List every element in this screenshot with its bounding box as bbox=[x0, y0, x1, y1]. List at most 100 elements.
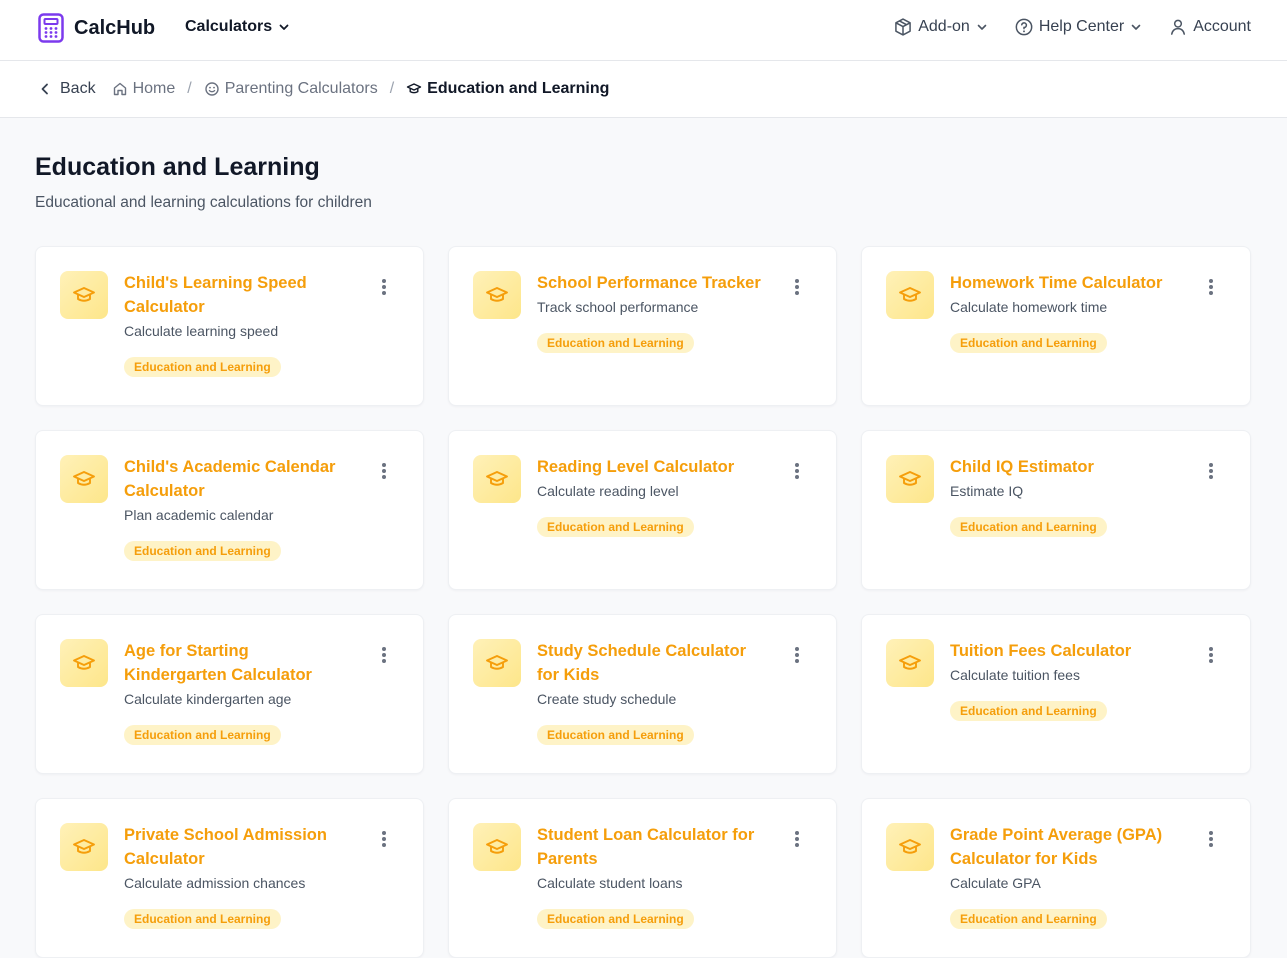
graduation-cap-icon bbox=[73, 287, 95, 302]
help-center-label: Help Center bbox=[1038, 18, 1125, 35]
card-icon bbox=[60, 271, 108, 319]
card-icon bbox=[60, 639, 108, 687]
card-description: Calculate kindergarten age bbox=[124, 691, 292, 707]
card-icon bbox=[60, 455, 108, 503]
logo[interactable]: CalcHub bbox=[38, 13, 155, 43]
more-options-icon[interactable] bbox=[1206, 829, 1216, 849]
calculator-card[interactable]: Reading Level Calculator Calculate readin… bbox=[448, 430, 837, 590]
card-title[interactable]: Child's Academic Calendar Calculator bbox=[124, 455, 354, 503]
card-body: Reading Level Calculator Calculate readin… bbox=[537, 455, 767, 537]
card-title[interactable]: Age for Starting Kindergarten Calculator bbox=[124, 639, 354, 687]
breadcrumb-parenting-label: Parenting Calculators bbox=[224, 80, 378, 97]
calculator-card[interactable]: Tuition Fees Calculator Calculate tuition… bbox=[861, 614, 1251, 774]
graduation-cap-icon bbox=[486, 655, 508, 670]
card-icon bbox=[473, 823, 521, 871]
more-options-icon[interactable] bbox=[792, 277, 802, 297]
breadcrumb-parenting[interactable]: Parenting Calculators bbox=[204, 80, 378, 98]
card-description: Calculate tuition fees bbox=[950, 667, 1080, 683]
card-description: Create study schedule bbox=[537, 691, 677, 707]
card-body: Student Loan Calculator for Parents Calcu… bbox=[537, 823, 767, 929]
app-name: CalcHub bbox=[74, 16, 156, 39]
category-tag: Education and Learning bbox=[950, 333, 1107, 353]
card-description: Calculate learning speed bbox=[124, 323, 279, 339]
card-body: Grade Point Average (GPA) Calculator for… bbox=[950, 823, 1180, 929]
card-icon bbox=[473, 455, 521, 503]
calculator-card[interactable]: Study Schedule Calculator for Kids Create… bbox=[448, 614, 837, 774]
card-icon bbox=[886, 823, 934, 871]
back-button[interactable]: Back bbox=[38, 80, 96, 98]
card-title[interactable]: Study Schedule Calculator for Kids bbox=[537, 639, 767, 687]
category-tag: Education and Learning bbox=[950, 909, 1107, 929]
card-description: Estimate IQ bbox=[950, 483, 1024, 499]
calculators-menu[interactable]: Calculators bbox=[185, 18, 290, 36]
card-title[interactable]: Student Loan Calculator for Parents bbox=[537, 823, 767, 871]
breadcrumb-home-label: Home bbox=[132, 80, 176, 97]
category-tag: Education and Learning bbox=[124, 725, 281, 745]
more-options-icon[interactable] bbox=[379, 645, 389, 665]
breadcrumb-current: Education and Learning bbox=[406, 80, 609, 98]
card-title[interactable]: Reading Level Calculator bbox=[537, 455, 767, 479]
card-icon bbox=[886, 639, 934, 687]
addon-label: Add-on bbox=[918, 18, 970, 35]
more-options-icon[interactable] bbox=[1206, 645, 1216, 665]
card-title[interactable]: Child's Learning Speed Calculator bbox=[124, 271, 354, 319]
more-options-icon[interactable] bbox=[792, 645, 802, 665]
graduation-cap-icon bbox=[73, 655, 95, 670]
category-tag: Education and Learning bbox=[124, 357, 281, 377]
more-options-icon[interactable] bbox=[792, 461, 802, 481]
top-right-menu: Add-on Help Center Account bbox=[893, 17, 1251, 37]
card-title[interactable]: Private School Admission Calculator bbox=[124, 823, 354, 871]
category-tag: Education and Learning bbox=[537, 725, 694, 745]
card-body: Age for Starting Kindergarten Calculator… bbox=[124, 639, 354, 745]
calculator-card[interactable]: School Performance Tracker Track school p… bbox=[448, 246, 837, 406]
breadcrumb-separator: / bbox=[389, 80, 395, 97]
smile-icon bbox=[205, 82, 219, 96]
top-nav-bar: CalcHub Calculators Add-on Help Center A… bbox=[0, 0, 1287, 61]
graduation-cap-icon bbox=[486, 471, 508, 486]
category-tag: Education and Learning bbox=[950, 517, 1107, 537]
category-tag: Education and Learning bbox=[537, 909, 694, 929]
card-title[interactable]: Grade Point Average (GPA) Calculator for… bbox=[950, 823, 1180, 871]
graduation-cap-icon bbox=[486, 287, 508, 302]
card-description: Calculate reading level bbox=[537, 483, 679, 499]
category-tag: Education and Learning bbox=[124, 541, 281, 561]
page-title: Education and Learning bbox=[35, 153, 320, 181]
calculator-card[interactable]: Child's Academic Calendar Calculator Plan… bbox=[35, 430, 424, 590]
more-options-icon[interactable] bbox=[379, 461, 389, 481]
card-title[interactable]: Tuition Fees Calculator bbox=[950, 639, 1180, 663]
card-body: Homework Time Calculator Calculate homewo… bbox=[950, 271, 1180, 353]
calculator-card[interactable]: Private School Admission Calculator Calcu… bbox=[35, 798, 424, 958]
card-icon bbox=[886, 271, 934, 319]
calculator-card[interactable]: Child's Learning Speed Calculator Calcula… bbox=[35, 246, 424, 406]
card-icon bbox=[60, 823, 108, 871]
graduation-cap-icon bbox=[486, 839, 508, 854]
breadcrumb-separator: / bbox=[187, 80, 192, 97]
help-center-menu[interactable]: Help Center bbox=[1014, 17, 1142, 37]
card-body: School Performance Tracker Track school p… bbox=[537, 271, 767, 353]
more-options-icon[interactable] bbox=[379, 277, 389, 297]
graduation-cap-icon bbox=[899, 471, 921, 486]
more-options-icon[interactable] bbox=[792, 829, 802, 849]
account-menu[interactable]: Account bbox=[1168, 17, 1251, 37]
chevron-down-icon bbox=[279, 24, 289, 30]
more-options-icon[interactable] bbox=[379, 829, 389, 849]
calculator-grid: Child's Learning Speed Calculator Calcula… bbox=[35, 246, 1251, 958]
more-options-icon[interactable] bbox=[1206, 277, 1216, 297]
calculator-card[interactable]: Homework Time Calculator Calculate homewo… bbox=[861, 246, 1251, 406]
package-icon bbox=[895, 18, 912, 36]
breadcrumb-home[interactable]: Home bbox=[112, 80, 176, 98]
addon-menu[interactable]: Add-on bbox=[893, 17, 988, 37]
page-subtitle: Educational and learning calculations fo… bbox=[35, 194, 372, 211]
card-description: Calculate student loans bbox=[537, 875, 683, 891]
card-description: Calculate admission chances bbox=[124, 875, 306, 891]
calculator-card[interactable]: Student Loan Calculator for Parents Calcu… bbox=[448, 798, 837, 958]
card-title[interactable]: Homework Time Calculator bbox=[950, 271, 1180, 295]
card-body: Child's Learning Speed Calculator Calcula… bbox=[124, 271, 354, 377]
card-title[interactable]: Child IQ Estimator bbox=[950, 455, 1180, 479]
graduation-cap-icon bbox=[73, 471, 95, 486]
more-options-icon[interactable] bbox=[1206, 461, 1216, 481]
calculator-card[interactable]: Grade Point Average (GPA) Calculator for… bbox=[861, 798, 1251, 958]
calculator-card[interactable]: Age for Starting Kindergarten Calculator… bbox=[35, 614, 424, 774]
card-title[interactable]: School Performance Tracker bbox=[537, 271, 767, 295]
calculator-card[interactable]: Child IQ Estimator Estimate IQ Education a… bbox=[861, 430, 1251, 590]
